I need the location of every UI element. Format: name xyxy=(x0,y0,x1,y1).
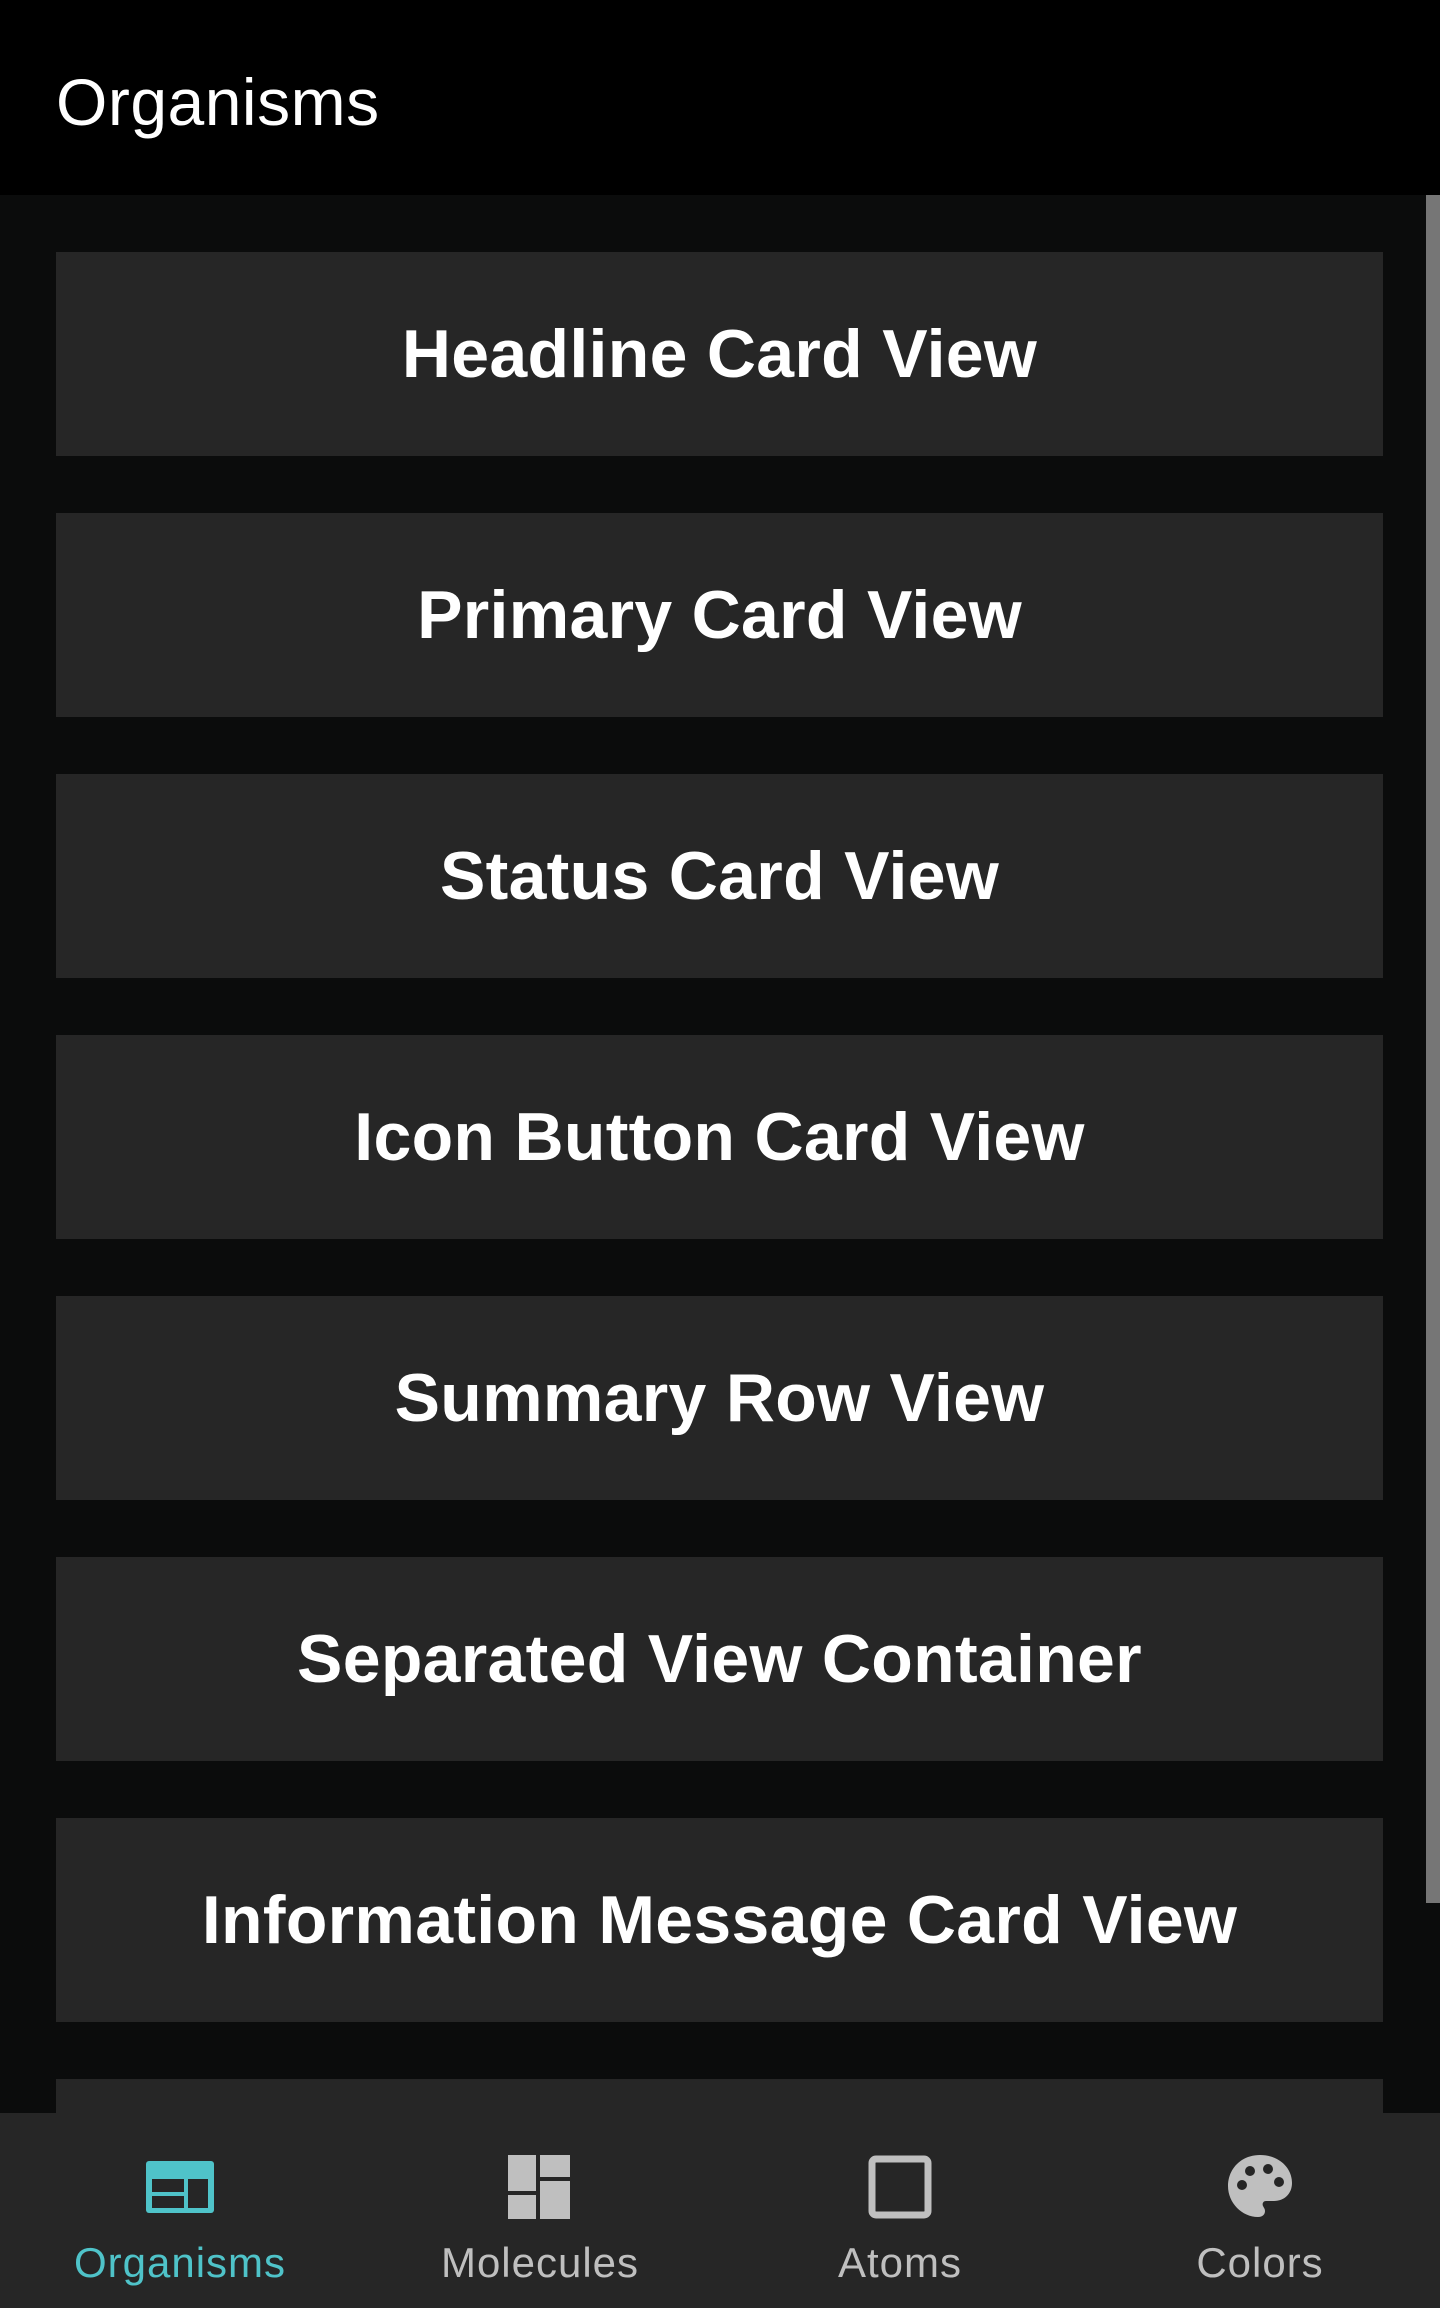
card-list: Headline Card View Primary Card View Sta… xyxy=(56,252,1383,2113)
card-list-container[interactable]: Headline Card View Primary Card View Sta… xyxy=(0,195,1440,2113)
card-separated-view-container[interactable]: Separated View Container xyxy=(56,1557,1383,1761)
app-screen: Organisms Headline Card View Primary Car… xyxy=(0,0,1440,2308)
nav-item-molecules[interactable]: Molecules xyxy=(360,2113,720,2308)
nav-item-colors[interactable]: Colors xyxy=(1080,2113,1440,2308)
nav-item-organisms[interactable]: Organisms xyxy=(0,2113,360,2308)
molecules-icon xyxy=(508,2155,570,2219)
card-primary-card-view[interactable]: Primary Card View xyxy=(56,513,1383,717)
card-icon-button-card-view[interactable]: Icon Button Card View xyxy=(56,1035,1383,1239)
organisms-icon xyxy=(146,2161,214,2213)
page-title: Organisms xyxy=(56,65,380,139)
card-partially-visible[interactable] xyxy=(56,2079,1383,2113)
atoms-icon xyxy=(868,2155,932,2219)
app-bar: Organisms xyxy=(0,0,1440,195)
nav-item-atoms[interactable]: Atoms xyxy=(720,2113,1080,2308)
nav-label: Molecules xyxy=(440,2239,640,2286)
nav-label: Organisms xyxy=(73,2239,287,2286)
nav-label: Colors xyxy=(1196,2239,1324,2286)
palette-icon xyxy=(1228,2155,1292,2217)
card-label: Separated View Container xyxy=(297,1621,1142,1697)
scrollbar[interactable] xyxy=(1426,195,1440,1903)
card-information-message-card-view[interactable]: Information Message Card View xyxy=(56,1818,1383,2022)
card-label: Headline Card View xyxy=(401,316,1038,392)
card-label: Summary Row View xyxy=(394,1360,1045,1436)
card-label: Information Message Card View xyxy=(201,1882,1238,1958)
card-summary-row-view[interactable]: Summary Row View xyxy=(56,1296,1383,1500)
bottom-navigation: Organisms Molecules Atoms Colors xyxy=(0,2113,1440,2308)
card-headline-card-view[interactable]: Headline Card View xyxy=(56,252,1383,456)
nav-label: Atoms xyxy=(837,2239,963,2286)
card-label: Status Card View xyxy=(439,838,1000,914)
card-label: Primary Card View xyxy=(417,577,1022,653)
card-label: Icon Button Card View xyxy=(354,1099,1085,1175)
card-status-card-view[interactable]: Status Card View xyxy=(56,774,1383,978)
